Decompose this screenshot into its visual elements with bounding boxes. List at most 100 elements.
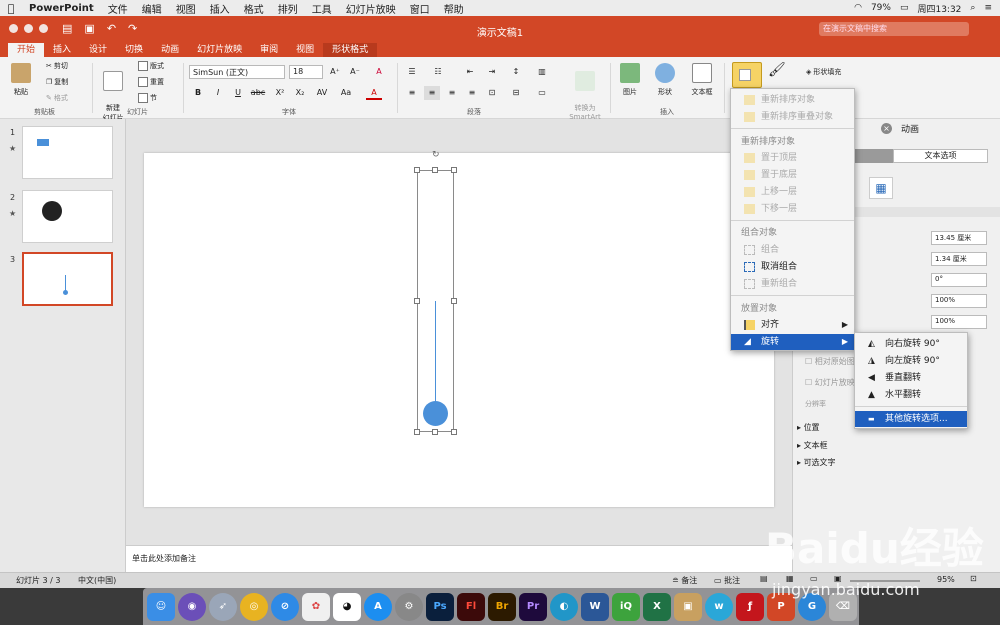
tab-text-options[interactable]: 文本选项 [893, 149, 988, 163]
menu-window[interactable]: 窗口 [403, 1, 437, 16]
copy-button[interactable]: ❐ 复制 [46, 77, 68, 87]
grow-font-icon[interactable]: A⁺ [327, 65, 343, 79]
tab-shape-format[interactable]: 形状格式 [323, 43, 378, 57]
launchpad-icon[interactable]: ➶ [209, 592, 237, 621]
bullets-icon[interactable]: ☰ [404, 65, 420, 79]
subscript-icon[interactable]: X₂ [292, 86, 308, 100]
photoshop-icon[interactable]: Ps [426, 592, 454, 621]
battery-icon[interactable]: ▭ [900, 3, 909, 13]
search-input[interactable]: 在演示文稿中搜索 [819, 22, 969, 36]
archive-icon[interactable]: ▣ [674, 592, 702, 621]
tab-transitions[interactable]: 切换 [116, 43, 152, 57]
language-indicator[interactable]: 中文(中国) [78, 575, 116, 586]
shrink-font-icon[interactable]: A⁻ [347, 65, 363, 79]
underline-icon[interactable]: U [230, 86, 246, 100]
width-input[interactable]: 1.34 厘米 [931, 252, 987, 266]
word-icon[interactable]: W [581, 592, 609, 621]
new-slide-button[interactable]: 新建 幻灯片 [98, 63, 128, 123]
siri-icon[interactable]: ◉ [178, 592, 206, 621]
cut-button[interactable]: ✂ 剪切 [46, 61, 68, 71]
menu-item-send-backward[interactable]: 下移一层 [731, 201, 854, 217]
menu-item-group[interactable]: 组合 [731, 242, 854, 258]
text-direction-icon[interactable]: ⊡ [484, 86, 500, 100]
align-right-icon[interactable]: ≡ [444, 86, 460, 100]
menu-item-send-to-back[interactable]: 置于底层 [731, 167, 854, 183]
wifi-icon[interactable]: ◠ [854, 3, 862, 13]
menu-item-rotate[interactable]: ◢ 旋转 ▶ [731, 334, 854, 350]
battery-text[interactable]: 79% [871, 3, 891, 13]
tab-slideshow[interactable]: 幻灯片放映 [188, 43, 251, 57]
resize-handle[interactable] [414, 429, 420, 435]
menu-item-bring-forward[interactable]: 上移一层 [731, 184, 854, 200]
qq-icon[interactable]: ◕ [333, 592, 361, 621]
excel-icon[interactable]: X [643, 592, 671, 621]
comments-button[interactable]: ▭ 批注 [714, 575, 740, 586]
shapes-button[interactable]: 形状 [652, 63, 678, 97]
bold-icon[interactable]: B [190, 86, 206, 100]
resize-handle[interactable] [414, 298, 420, 304]
menu-help[interactable]: 帮助 [437, 1, 471, 16]
menu-item-regroup[interactable]: 重新组合 [731, 276, 854, 292]
section-button[interactable]: 节 [138, 93, 157, 103]
strikethrough-icon[interactable]: abc [250, 86, 266, 100]
alt-text-section[interactable]: ▸ 可选文字 [797, 457, 836, 468]
tab-shape-options[interactable] [853, 149, 893, 163]
finder-icon[interactable]: ☺ [147, 592, 175, 621]
menu-item-bring-to-front[interactable]: 置于顶层 [731, 150, 854, 166]
close-pane-icon[interactable]: × [881, 123, 892, 134]
superscript-icon[interactable]: X² [272, 86, 288, 100]
menu-item-reorder[interactable]: 重新排序对象 [731, 92, 854, 108]
tab-animations[interactable]: 动画 [152, 43, 188, 57]
numbering-icon[interactable]: ☷ [430, 65, 446, 79]
photos-icon[interactable]: ✿ [302, 592, 330, 621]
more-rotation-options[interactable]: ▬ 其他旋转选项... [855, 411, 967, 427]
menu-item-ungroup[interactable]: 取消组合 [731, 259, 854, 275]
clock[interactable]: 周四13:32 [917, 2, 961, 15]
rotate-right-90[interactable]: ◭ 向右旋转 90° [855, 336, 967, 352]
app-store-icon[interactable]: A [364, 592, 392, 621]
resize-handle[interactable] [432, 429, 438, 435]
notes-button[interactable]: ≘ 备注 [672, 575, 697, 586]
bridge-icon[interactable]: Br [488, 592, 516, 621]
change-case-icon[interactable]: Aa [338, 86, 354, 100]
arrange-button[interactable] [732, 62, 762, 88]
resize-handle[interactable] [451, 167, 457, 173]
menu-insert[interactable]: 插入 [203, 1, 237, 16]
spotlight-icon[interactable]: ⌕ [970, 3, 975, 13]
pendulum-line[interactable] [435, 301, 436, 405]
layout-button[interactable]: 版式 [138, 61, 164, 71]
iqiyi-icon[interactable]: iQ [612, 592, 640, 621]
menu-file[interactable]: 文件 [101, 1, 135, 16]
browser-icon[interactable]: ◐ [550, 592, 578, 621]
slide-thumbnail-3[interactable] [22, 252, 113, 306]
textbox-button[interactable]: 文本框 [688, 63, 716, 97]
flash-icon[interactable]: Fl [457, 592, 485, 621]
flip-horizontal[interactable]: ▲ 水平翻转 [855, 387, 967, 403]
paste-button[interactable]: 粘贴 [8, 63, 34, 97]
picture-button[interactable]: 图片 [617, 63, 643, 97]
convert-smartart-button[interactable]: 转换为 SmartArt [566, 63, 604, 121]
character-spacing-icon[interactable]: AV [314, 86, 330, 100]
notification-icon[interactable]: ≡ [984, 3, 992, 13]
increase-indent-icon[interactable]: ⇥ [484, 65, 500, 79]
text-box-options-icon[interactable]: ▭ [534, 86, 550, 100]
scale-height-input[interactable]: 100% [931, 294, 987, 308]
flip-vertical[interactable]: ◀ 垂直翻转 [855, 370, 967, 386]
tab-home[interactable]: 开始 [8, 43, 45, 57]
lock-ratio-checkbox[interactable]: ☐ 相对原始图 [805, 356, 855, 367]
scale-width-input[interactable]: 100% [931, 315, 987, 329]
height-input[interactable]: 13.45 厘米 [931, 231, 987, 245]
align-center-icon[interactable]: ≡ [424, 86, 440, 100]
menu-item-reorder-overlap[interactable]: 重新排序重叠对象 [731, 109, 854, 125]
menu-view[interactable]: 视图 [169, 1, 203, 16]
textbox-section[interactable]: ▸ 文本框 [797, 440, 828, 451]
decrease-indent-icon[interactable]: ⇤ [462, 65, 478, 79]
shape-fill-button[interactable]: ◈ 形状填充 [806, 67, 841, 77]
columns-icon[interactable]: ▥ [534, 65, 550, 79]
menu-format[interactable]: 格式 [237, 1, 271, 16]
slide-thumbnail-2[interactable] [22, 190, 113, 243]
rotate-handle-icon[interactable]: ↻ [432, 150, 440, 160]
tab-design[interactable]: 设计 [80, 43, 116, 57]
font-color-icon[interactable]: A [366, 86, 382, 100]
font-size-select[interactable]: 18 [289, 65, 323, 79]
